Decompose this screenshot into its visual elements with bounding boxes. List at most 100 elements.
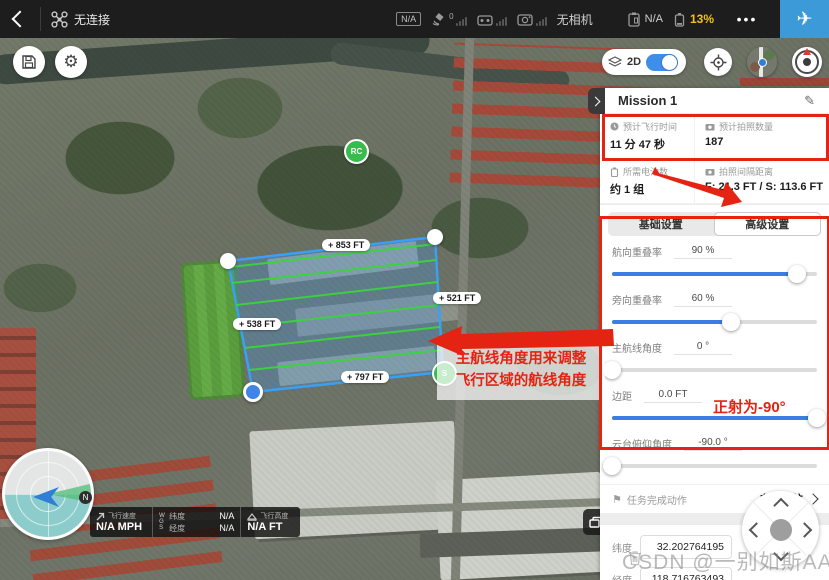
slider-heading-overlap: 航向重叠率 90 % <box>612 244 817 283</box>
panel-collapse-button[interactable] <box>588 88 605 114</box>
speed-label: 飞行速度 <box>108 511 136 521</box>
stat-batteries-needed: 所需电池数 约 1 组 <box>600 159 695 204</box>
altitude-label: 飞行高度 <box>260 511 288 521</box>
advanced-settings-sliders: 航向重叠率 90 % 旁向重叠率 60 % 主航线角度 0 ° 边距 0.0 FT 云台… <box>600 242 829 475</box>
slider-label: 边距 <box>612 388 632 403</box>
rc-location-marker: RC <box>344 139 369 164</box>
airplane-icon: ✈ <box>797 8 813 31</box>
speed-arrow-icon <box>96 512 105 521</box>
nudge-up-button[interactable] <box>773 498 789 514</box>
nudge-left-button[interactable] <box>749 522 765 538</box>
slider-label: 航向重叠率 <box>612 244 662 259</box>
telemetry-lng-value: N/A <box>219 523 234 533</box>
slider-knob[interactable] <box>788 265 806 283</box>
map-2d-toggle[interactable] <box>646 54 678 71</box>
telemetry-bar: 飞行速度 N/A MPH WGS 纬度N/A 经度N/A 飞行高度 N/A FT <box>90 507 300 537</box>
minimap-button[interactable] <box>747 47 777 77</box>
polygon-corner-handle[interactable] <box>427 229 443 245</box>
save-mission-button[interactable] <box>13 46 45 78</box>
stat-flight-time: 预计飞行时间 11 分 47 秒 <box>600 114 695 159</box>
compass-center-dot <box>803 58 811 66</box>
telemetry-lng-label: 经度 <box>169 523 185 534</box>
compass-north-needle <box>803 48 811 55</box>
tab-advanced-settings[interactable]: 高级设置 <box>714 212 822 236</box>
app-window: + 853 FT + 521 FT + 538 FT + 797 FT S RC… <box>0 0 829 580</box>
battery-percent: 13% <box>690 12 714 26</box>
map-mode-label: 2D <box>627 56 641 68</box>
crosshair-icon <box>710 54 727 71</box>
mission-stats: 预计飞行时间 11 分 47 秒 预计拍照数量 187 所需电池数 约 1 组 <box>600 114 829 205</box>
slider-track[interactable] <box>612 361 817 379</box>
slider-knob[interactable] <box>603 457 621 475</box>
flag-icon: ⚑ <box>612 493 622 506</box>
slider-label: 主航线角度 <box>612 340 662 355</box>
edge-length-label: + 521 FT <box>433 292 481 304</box>
remote-controller-icon <box>477 13 493 26</box>
gear-icon: ⚙ <box>63 52 78 72</box>
more-menu-button[interactable]: ••• <box>724 0 770 38</box>
slider-track[interactable] <box>612 313 817 331</box>
finish-action-label: 任务完成动作 <box>627 492 687 507</box>
slider-value-field[interactable]: 90 % <box>674 245 732 259</box>
edge-length-label: + 797 FT <box>341 371 389 383</box>
polygon-corner-handle-selected[interactable] <box>243 382 263 402</box>
rc-signal-bars <box>496 16 507 26</box>
mission-title: Mission 1 <box>618 93 677 108</box>
edge-length-label: + 853 FT <box>322 239 370 251</box>
drone-icon <box>51 11 68 28</box>
camera-link-icon <box>517 13 533 26</box>
annotation-gimbal-note: 正射为-90° <box>713 396 786 417</box>
tab-basic-settings[interactable]: 基础设置 <box>608 212 714 236</box>
back-icon <box>12 11 29 28</box>
settings-tabs: 基础设置 高级设置 <box>608 212 821 236</box>
telemetry-lat-value: N/A <box>219 511 234 521</box>
compass-reset-button[interactable] <box>792 47 822 77</box>
compass-north-badge: N <box>79 491 92 504</box>
stat-photo-spacing: 拍照间隔距离 F: 21.3 FT / S: 113.6 FT <box>695 159 829 204</box>
slider-label: 云台俯仰角度 <box>612 436 672 451</box>
photo-count-icon <box>705 123 715 131</box>
slider-track[interactable] <box>612 265 817 283</box>
slider-value-field[interactable]: 0.0 FT <box>644 389 702 403</box>
camera-signal-bars <box>536 16 547 26</box>
stat-photo-count: 预计拍照数量 187 <box>695 114 829 159</box>
annotation-route-angle-note: 主航线角度用来调整 飞行区域的航线角度 <box>437 340 605 400</box>
connection-status: 无连接 <box>74 11 110 28</box>
polygon-corner-handle[interactable] <box>220 253 236 269</box>
coord-system-label: WGS <box>159 513 166 531</box>
nudge-right-button[interactable] <box>797 522 813 538</box>
flight-mode-badge: N/A <box>396 12 421 26</box>
slider-gimbal-pitch: 云台俯仰角度 -90.0 ° <box>612 436 817 475</box>
slider-knob[interactable] <box>808 409 826 427</box>
gps-signal-bars <box>456 16 467 26</box>
telemetry-lat-label: 纬度 <box>169 511 185 522</box>
chevron-right-icon <box>591 96 601 106</box>
layers-icon <box>608 56 622 68</box>
takeoff-button[interactable]: ✈ <box>780 0 829 38</box>
nudge-center-button[interactable] <box>770 519 792 541</box>
slider-value-field[interactable]: 0 ° <box>674 341 732 355</box>
edit-mission-icon[interactable]: ✎ <box>804 93 815 109</box>
settings-button[interactable]: ⚙ <box>55 46 87 78</box>
top-status-bar: 无连接 N/A 0 <box>0 0 829 38</box>
slider-route-angle: 主航线角度 0 ° <box>612 340 817 379</box>
save-icon <box>21 54 37 70</box>
slider-label: 旁向重叠率 <box>612 292 662 307</box>
clock-icon <box>610 122 619 131</box>
slider-knob[interactable] <box>603 361 621 379</box>
slider-track[interactable] <box>612 457 817 475</box>
altitude-value: N/A FT <box>247 521 294 533</box>
battery-icon <box>673 12 686 27</box>
battery-count-icon <box>610 167 619 177</box>
locate-me-button[interactable] <box>704 48 732 76</box>
altitude-icon <box>247 512 257 521</box>
gps-count: 0 <box>449 12 453 21</box>
back-button[interactable] <box>0 0 40 38</box>
slider-value-field[interactable]: 60 % <box>674 293 732 307</box>
map-mode-pill: 2D <box>602 49 686 75</box>
spacing-camera-icon <box>705 168 715 176</box>
rc-battery-value: N/A <box>645 13 663 25</box>
slider-value-field[interactable]: -90.0 ° <box>684 437 742 451</box>
slider-knob[interactable] <box>722 313 740 331</box>
gps-satellite-icon <box>431 12 447 26</box>
